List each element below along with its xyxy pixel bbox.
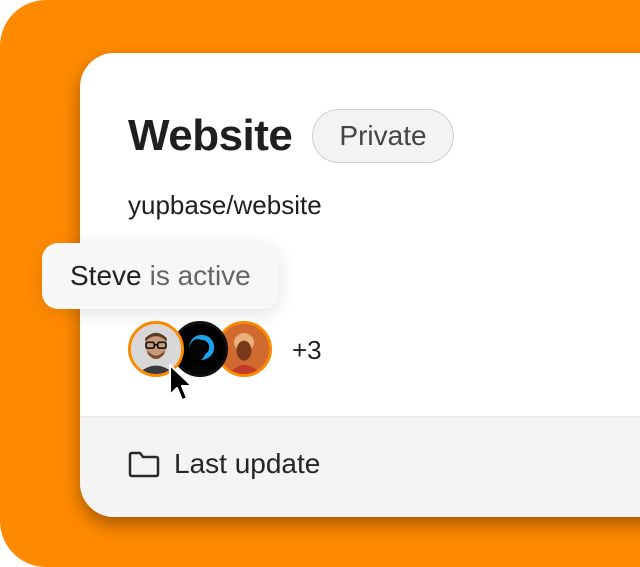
tooltip-user-name: Steve: [70, 260, 142, 291]
tooltip-status-text: is active: [149, 260, 251, 291]
mouse-cursor-icon: [169, 364, 193, 401]
folder-icon: [128, 451, 160, 478]
last-update-label: Last update: [174, 448, 321, 479]
title-row: Website Private: [128, 108, 454, 164]
repo-path[interactable]: yupbase/website: [128, 189, 322, 221]
last-update-row[interactable]: Last update: [128, 447, 320, 481]
extra-members-count[interactable]: +3: [292, 335, 322, 365]
active-user-tooltip: Steve is active: [42, 243, 279, 309]
project-title: Website: [128, 111, 293, 160]
card-footer: Last update: [80, 416, 640, 517]
visibility-badge: Private: [312, 109, 454, 163]
member-avatars: +3: [128, 321, 358, 385]
stage: Website Private yupbase/website +3 Last …: [0, 0, 640, 567]
